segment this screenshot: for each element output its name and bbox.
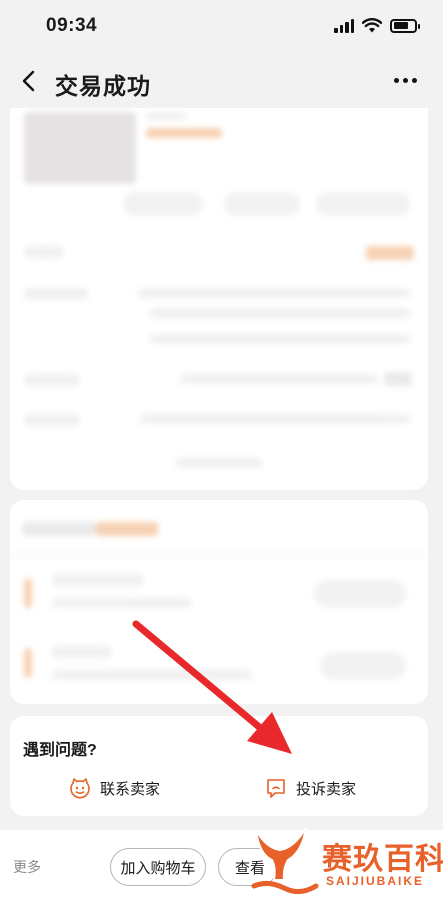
watermark: 赛玖百科 SAIJIUBAIKE	[250, 826, 443, 898]
cellular-signal-icon	[334, 18, 354, 33]
status-time: 09:34	[46, 15, 98, 36]
page-title: 交易成功	[55, 73, 151, 99]
complain-seller-label: 投诉卖家	[296, 780, 357, 798]
wifi-icon	[362, 18, 382, 33]
status-icons	[334, 18, 420, 33]
issue-card: 遇到问题? 联系卖家 投诉卖家	[10, 716, 428, 816]
whale-tail-logo-icon	[251, 827, 319, 894]
contact-seller-button[interactable]: 联系卖家	[68, 776, 160, 800]
logistics-card	[10, 500, 428, 704]
smiley-face-icon	[70, 778, 90, 799]
order-detail-card	[10, 108, 428, 490]
complain-seller-button[interactable]: 投诉卖家	[264, 776, 356, 800]
status-bar: 09:34	[0, 0, 443, 54]
more-options-icon[interactable]	[394, 78, 417, 83]
back-arrow-icon[interactable]	[18, 67, 42, 95]
issue-title: 遇到问题?	[23, 742, 97, 759]
add-to-cart-button[interactable]: 加入购物车	[110, 848, 206, 886]
watermark-name: 赛玖百科	[322, 843, 443, 876]
chat-bubble-icon	[267, 779, 285, 798]
watermark-pinyin: SAIJIUBAIKE	[326, 874, 425, 888]
nav-bar: 交易成功	[0, 54, 443, 108]
contact-seller-label: 联系卖家	[100, 780, 161, 798]
battery-icon	[390, 18, 420, 33]
more-link[interactable]: 更多	[13, 857, 41, 877]
